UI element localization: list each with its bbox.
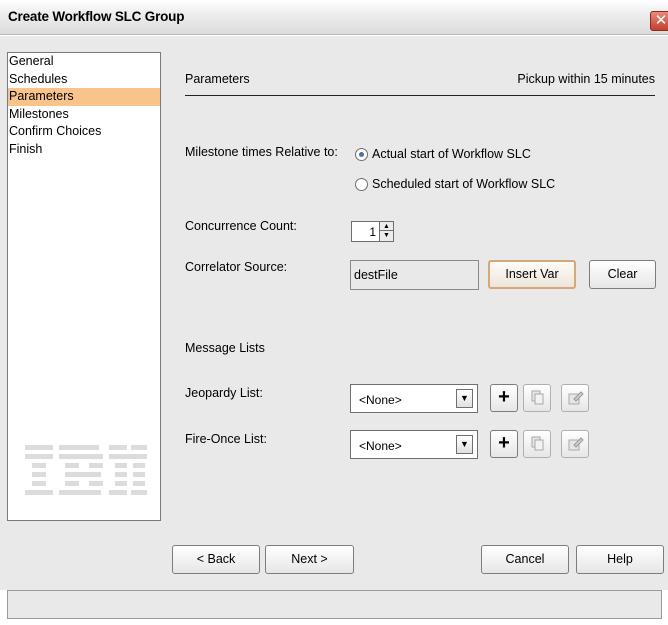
pickup-note: Pickup within 15 minutes	[517, 72, 655, 86]
fire-once-value: <None>	[359, 439, 402, 453]
section-title: Parameters	[185, 72, 250, 86]
radio-scheduled-start-label[interactable]: Scheduled start of Workflow SLC	[372, 177, 555, 191]
status-bar	[7, 590, 662, 619]
edit-fire-once-button[interactable]	[561, 430, 589, 458]
sidebar-item-confirm-choices[interactable]: Confirm Choices	[8, 123, 160, 141]
title-bar: Create Workflow SLC Group ✕	[0, 0, 668, 35]
window-title: Create Workflow SLC Group	[8, 9, 185, 24]
close-icon[interactable]: ✕	[650, 11, 668, 31]
back-button[interactable]: < Back	[172, 545, 260, 574]
copy-jeopardy-button[interactable]	[523, 384, 551, 412]
chevron-down-icon[interactable]: ▼	[456, 435, 473, 454]
insert-var-button[interactable]: Insert Var	[488, 260, 576, 289]
sidebar-item-schedules[interactable]: Schedules	[8, 71, 160, 89]
concurrence-label: Concurrence Count:	[185, 219, 297, 233]
sidebar-item-milestones[interactable]: Milestones	[8, 106, 160, 124]
jeopardy-value: <None>	[359, 393, 402, 407]
plus-icon: +	[498, 432, 510, 454]
edit-icon	[568, 437, 584, 451]
copy-fire-once-button[interactable]	[523, 430, 551, 458]
section-header: Parameters Pickup within 15 minutes	[185, 72, 655, 96]
chevron-down-icon[interactable]: ▼	[456, 389, 473, 408]
concurrence-value[interactable]: 1	[369, 225, 376, 239]
sidebar-item-parameters[interactable]: Parameters	[8, 88, 160, 106]
correlator-value: destFile	[354, 268, 398, 282]
correlator-label: Correlator Source:	[185, 260, 288, 274]
increment-icon[interactable]: ▲	[380, 222, 393, 231]
wizard-steps-sidebar: General Schedules Parameters Milestones …	[7, 52, 161, 521]
concurrence-stepper[interactable]: 1 ▲ ▼	[351, 221, 394, 242]
fire-once-label: Fire-Once List:	[185, 432, 267, 446]
stepper-buttons: ▲ ▼	[379, 222, 393, 241]
next-button[interactable]: Next >	[265, 545, 354, 574]
plus-icon: +	[498, 386, 510, 408]
jeopardy-list-select[interactable]: <None> ▼	[350, 384, 478, 413]
radio-scheduled-start[interactable]	[355, 178, 368, 191]
edit-jeopardy-button[interactable]	[561, 384, 589, 412]
fire-once-list-select[interactable]: <None> ▼	[350, 430, 478, 459]
edit-icon	[568, 391, 584, 405]
add-fire-once-button[interactable]: +	[490, 430, 518, 458]
copy-icon	[531, 390, 544, 405]
jeopardy-label: Jeopardy List:	[185, 386, 263, 400]
sidebar-item-general[interactable]: General	[8, 53, 160, 71]
message-lists-heading: Message Lists	[185, 341, 265, 355]
clear-button[interactable]: Clear	[589, 260, 656, 289]
decrement-icon[interactable]: ▼	[380, 231, 393, 240]
sidebar-item-finish[interactable]: Finish	[8, 141, 160, 159]
milestone-label: Milestone times Relative to:	[185, 145, 338, 159]
radio-actual-start-label[interactable]: Actual start of Workflow SLC	[372, 147, 531, 161]
copy-icon	[531, 436, 544, 451]
add-jeopardy-button[interactable]: +	[490, 384, 518, 412]
cancel-button[interactable]: Cancel	[481, 545, 569, 574]
radio-actual-start[interactable]	[355, 148, 368, 161]
ibm-logo	[25, 445, 147, 495]
help-button[interactable]: Help	[576, 545, 664, 574]
correlator-source-field[interactable]: destFile	[350, 260, 479, 290]
